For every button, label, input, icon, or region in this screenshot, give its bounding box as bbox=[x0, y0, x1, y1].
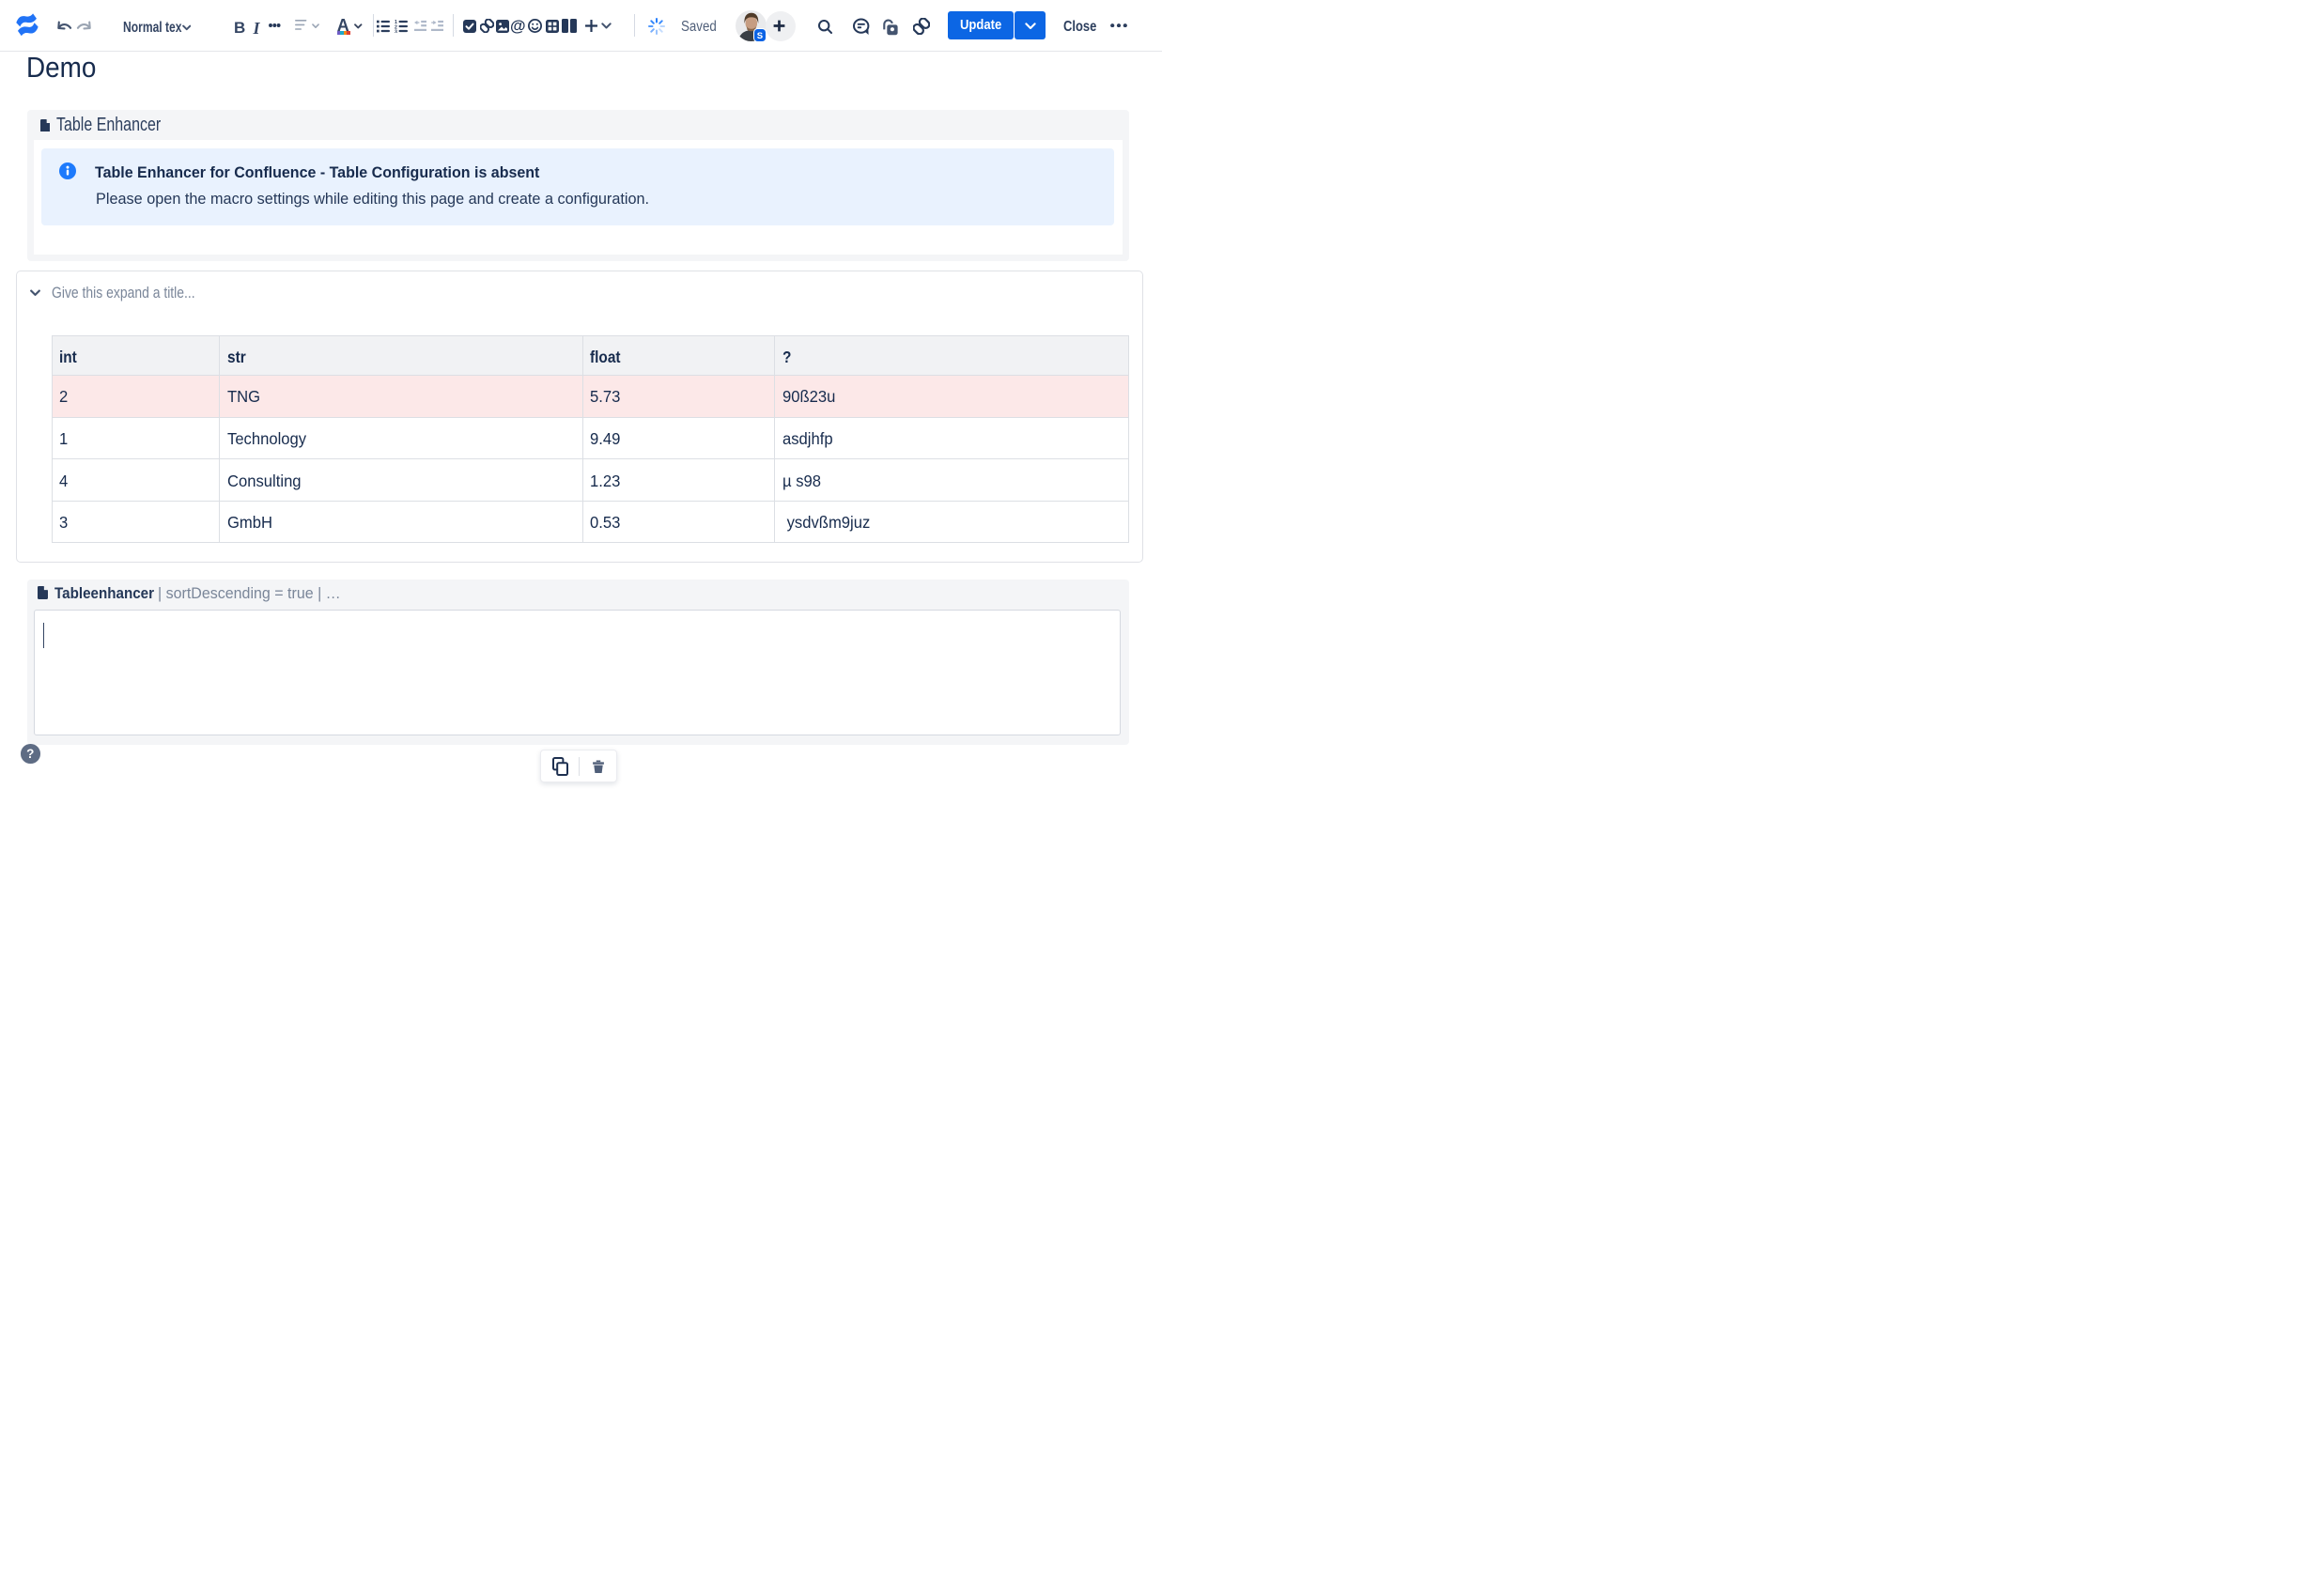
svg-text:3: 3 bbox=[395, 29, 397, 33]
